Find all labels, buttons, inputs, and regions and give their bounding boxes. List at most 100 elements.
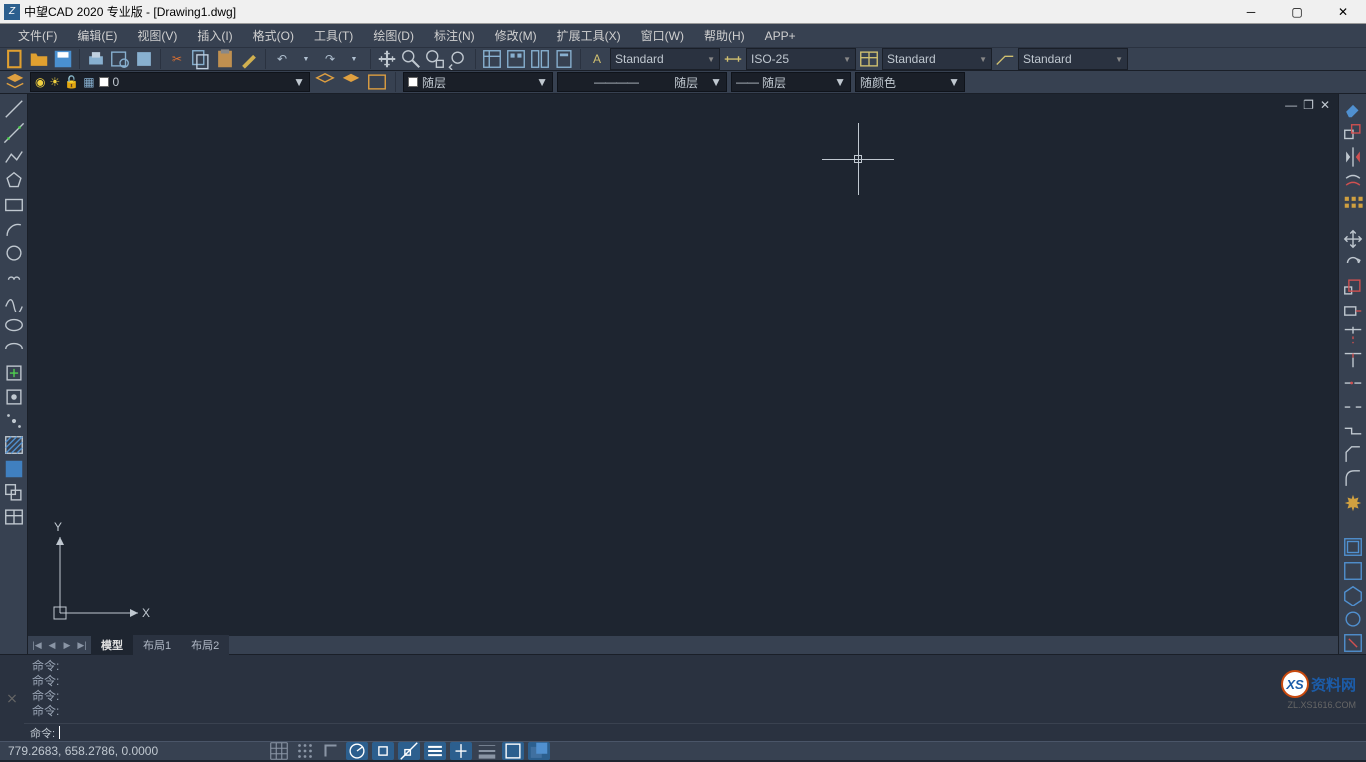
join-icon[interactable] bbox=[1342, 420, 1364, 442]
publish-icon[interactable] bbox=[133, 48, 155, 70]
tablestyle-dropdown[interactable]: Standard▼ bbox=[882, 48, 992, 70]
menu-tools[interactable]: 工具(T) bbox=[304, 24, 363, 47]
hatch-icon[interactable] bbox=[3, 434, 25, 456]
break-point-icon[interactable] bbox=[1342, 372, 1364, 394]
menu-insert[interactable]: 插入(I) bbox=[187, 24, 242, 47]
fillet-icon[interactable] bbox=[1342, 468, 1364, 490]
mirror-icon[interactable] bbox=[1342, 146, 1364, 168]
extend-icon[interactable] bbox=[1342, 348, 1364, 370]
ellipse-icon[interactable] bbox=[3, 314, 25, 336]
rotate-icon[interactable] bbox=[1342, 252, 1364, 274]
xline-icon[interactable] bbox=[3, 122, 25, 144]
vp-single-icon[interactable] bbox=[1342, 560, 1364, 582]
open-icon[interactable] bbox=[28, 48, 50, 70]
tablestyle-icon[interactable] bbox=[858, 48, 880, 70]
vp-clip-icon[interactable] bbox=[1342, 632, 1364, 654]
erase-icon[interactable] bbox=[1342, 98, 1364, 120]
snap-grid-icon[interactable] bbox=[268, 742, 290, 760]
textstyle-dropdown[interactable]: Standard▼ bbox=[610, 48, 720, 70]
layer-iso-icon[interactable] bbox=[340, 71, 362, 93]
tab-layout2[interactable]: 布局2 bbox=[181, 635, 229, 655]
doc-restore-icon[interactable]: ❐ bbox=[1303, 98, 1314, 112]
menu-edit[interactable]: 编辑(E) bbox=[67, 24, 127, 47]
save-icon[interactable] bbox=[52, 48, 74, 70]
line-icon[interactable] bbox=[3, 98, 25, 120]
revcloud-icon[interactable] bbox=[3, 266, 25, 288]
doc-close-icon[interactable]: ✕ bbox=[1320, 98, 1330, 112]
undo-dd-icon[interactable]: ▼ bbox=[295, 48, 317, 70]
offset-icon[interactable] bbox=[1342, 170, 1364, 192]
menu-app[interactable]: APP+ bbox=[755, 26, 806, 46]
osnap-icon[interactable] bbox=[372, 742, 394, 760]
polar-icon[interactable] bbox=[346, 742, 368, 760]
design-center-icon[interactable] bbox=[505, 48, 527, 70]
match-props-icon[interactable] bbox=[238, 48, 260, 70]
tab-model[interactable]: 模型 bbox=[91, 635, 133, 655]
polyline-icon[interactable] bbox=[3, 146, 25, 168]
lineweight-icon[interactable] bbox=[476, 742, 498, 760]
linetype-dropdown[interactable]: ———— 随层 ▼ bbox=[557, 72, 727, 92]
menu-modify[interactable]: 修改(M) bbox=[485, 24, 547, 47]
make-block-icon[interactable] bbox=[3, 386, 25, 408]
snap-icon[interactable] bbox=[294, 742, 316, 760]
dimstyle-dropdown[interactable]: ISO-25▼ bbox=[746, 48, 856, 70]
ortho-icon[interactable] bbox=[320, 742, 342, 760]
plotstyle-dropdown[interactable]: 随颜色 ▼ bbox=[855, 72, 965, 92]
menu-express[interactable]: 扩展工具(X) bbox=[547, 24, 631, 47]
lwdisplay-icon[interactable] bbox=[424, 742, 446, 760]
menu-window[interactable]: 窗口(W) bbox=[631, 24, 694, 47]
textstyle-icon[interactable]: A bbox=[586, 48, 608, 70]
tab-layout1[interactable]: 布局1 bbox=[133, 635, 181, 655]
layer-prev-icon[interactable] bbox=[314, 71, 336, 93]
cut-icon[interactable]: ✂ bbox=[166, 48, 188, 70]
table-icon[interactable] bbox=[3, 506, 25, 528]
drawing-canvas[interactable]: — ❐ ✕ Y X |◀ ◀ ▶ ▶| 模型 bbox=[28, 94, 1338, 654]
ellipse-arc-icon[interactable] bbox=[3, 338, 25, 360]
mleaderstyle-icon[interactable] bbox=[994, 48, 1016, 70]
zoom-prev-icon[interactable] bbox=[448, 48, 470, 70]
model-paper-icon[interactable] bbox=[502, 742, 524, 760]
print-preview-icon[interactable] bbox=[109, 48, 131, 70]
new-icon[interactable] bbox=[4, 48, 26, 70]
tab-next-icon[interactable]: ▶ bbox=[60, 638, 74, 652]
scale-icon[interactable] bbox=[1342, 276, 1364, 298]
spline-icon[interactable] bbox=[3, 290, 25, 312]
chamfer-icon[interactable] bbox=[1342, 444, 1364, 466]
menu-dimension[interactable]: 标注(N) bbox=[424, 24, 485, 47]
vp-object-icon[interactable] bbox=[1342, 608, 1364, 630]
layer-dropdown[interactable]: ◉ ☀ 🔓 ▦ 0 ▼ bbox=[30, 72, 310, 92]
close-button[interactable]: ✕ bbox=[1320, 0, 1366, 24]
arc-icon[interactable] bbox=[3, 218, 25, 240]
point-icon[interactable] bbox=[3, 410, 25, 432]
mleaderstyle-dropdown[interactable]: Standard▼ bbox=[1018, 48, 1128, 70]
zoom-realtime-icon[interactable] bbox=[400, 48, 422, 70]
region-icon[interactable] bbox=[3, 482, 25, 504]
cmd-grip-icon[interactable]: ⨯ bbox=[0, 655, 24, 741]
layer-manager-icon[interactable] bbox=[4, 71, 26, 93]
command-input[interactable] bbox=[59, 726, 60, 739]
explode-icon[interactable] bbox=[1342, 492, 1364, 514]
menu-draw[interactable]: 绘图(D) bbox=[363, 24, 424, 47]
dimstyle-icon[interactable] bbox=[722, 48, 744, 70]
pan-icon[interactable] bbox=[376, 48, 398, 70]
menu-format[interactable]: 格式(O) bbox=[243, 24, 304, 47]
stretch-icon[interactable] bbox=[1342, 300, 1364, 322]
redo-icon[interactable]: ↷ bbox=[319, 48, 341, 70]
menu-file[interactable]: 文件(F) bbox=[8, 24, 67, 47]
menu-help[interactable]: 帮助(H) bbox=[694, 24, 755, 47]
tab-first-icon[interactable]: |◀ bbox=[30, 638, 44, 652]
properties-icon[interactable] bbox=[481, 48, 503, 70]
color-dropdown[interactable]: 随层 ▼ bbox=[403, 72, 553, 92]
polygon-icon[interactable] bbox=[3, 170, 25, 192]
calc-icon[interactable] bbox=[553, 48, 575, 70]
lineweight-dropdown[interactable]: —— 随层 ▼ bbox=[731, 72, 851, 92]
rectangle-icon[interactable] bbox=[3, 194, 25, 216]
layer-state-icon[interactable] bbox=[366, 71, 388, 93]
array-icon[interactable] bbox=[1342, 194, 1364, 216]
gradient-icon[interactable] bbox=[3, 458, 25, 480]
copy-icon[interactable] bbox=[190, 48, 212, 70]
tool-palette-icon[interactable] bbox=[529, 48, 551, 70]
zoom-window-icon[interactable] bbox=[424, 48, 446, 70]
otrack-icon[interactable] bbox=[398, 742, 420, 760]
tab-prev-icon[interactable]: ◀ bbox=[45, 638, 59, 652]
